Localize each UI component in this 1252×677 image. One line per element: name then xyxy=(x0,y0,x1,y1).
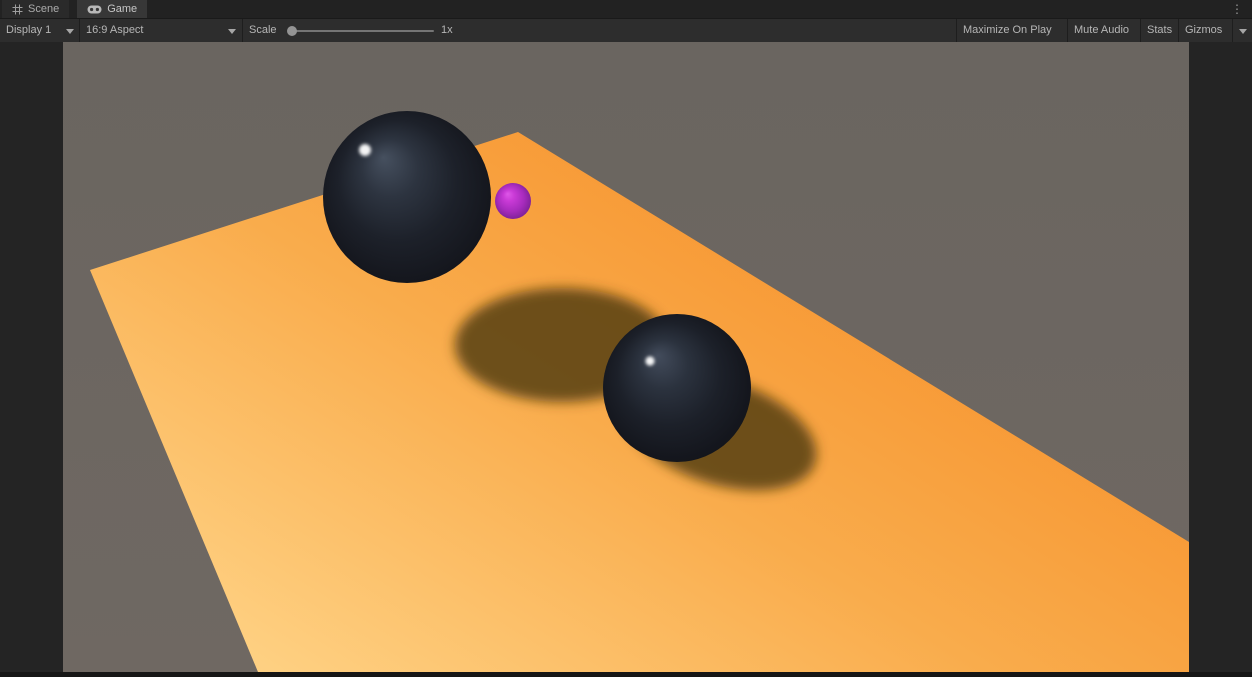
game-view-toolbar: Display 1 16:9 Aspect Scale 1x Maximize … xyxy=(0,18,1252,42)
toolbar-divider xyxy=(79,19,80,42)
game-view-content xyxy=(0,42,1252,672)
toolbar-divider xyxy=(1232,19,1233,42)
scale-slider-knob[interactable] xyxy=(287,26,297,36)
toolbar-divider xyxy=(956,19,957,42)
scale-value: 1x xyxy=(441,19,453,42)
tab-strip: Scene Game ⋮ xyxy=(0,0,1252,18)
tab-game-label: Game xyxy=(107,3,137,15)
magenta-sphere xyxy=(495,183,531,219)
toolbar-divider xyxy=(1178,19,1179,42)
chevron-down-icon[interactable] xyxy=(1239,29,1247,34)
toolbar-divider xyxy=(1140,19,1141,42)
letterbox-left xyxy=(0,42,63,672)
tab-game[interactable]: Game xyxy=(77,0,147,18)
chevron-down-icon xyxy=(228,29,236,34)
letterbox-right xyxy=(1189,42,1252,672)
scale-slider-track[interactable] xyxy=(292,30,434,32)
tab-scene-label: Scene xyxy=(28,3,59,15)
display-dropdown[interactable]: Display 1 xyxy=(6,19,78,42)
gizmos-dropdown[interactable]: Gizmos xyxy=(1185,19,1222,42)
small-dark-sphere xyxy=(603,314,751,462)
chevron-down-icon xyxy=(66,29,74,34)
large-dark-sphere xyxy=(323,111,491,283)
window-bottom-edge xyxy=(0,672,1252,676)
display-dropdown-label: Display 1 xyxy=(6,24,51,36)
large-sphere-specular-highlight xyxy=(359,144,371,156)
toolbar-divider xyxy=(1067,19,1068,42)
maximize-on-play-button[interactable]: Maximize On Play xyxy=(963,19,1052,42)
toolbar-divider xyxy=(242,19,243,42)
gamepad-icon xyxy=(87,5,102,14)
stats-button[interactable]: Stats xyxy=(1147,19,1172,42)
game-render-canvas xyxy=(63,42,1189,672)
grid-icon xyxy=(12,4,23,15)
aspect-dropdown[interactable]: 16:9 Aspect xyxy=(86,19,238,42)
kebab-menu-icon[interactable]: ⋮ xyxy=(1231,1,1243,17)
tab-scene[interactable]: Scene xyxy=(2,0,69,18)
mute-audio-button[interactable]: Mute Audio xyxy=(1074,19,1129,42)
aspect-dropdown-label: 16:9 Aspect xyxy=(86,24,144,36)
small-sphere-specular-highlight xyxy=(645,356,654,365)
scale-label: Scale xyxy=(249,19,277,42)
